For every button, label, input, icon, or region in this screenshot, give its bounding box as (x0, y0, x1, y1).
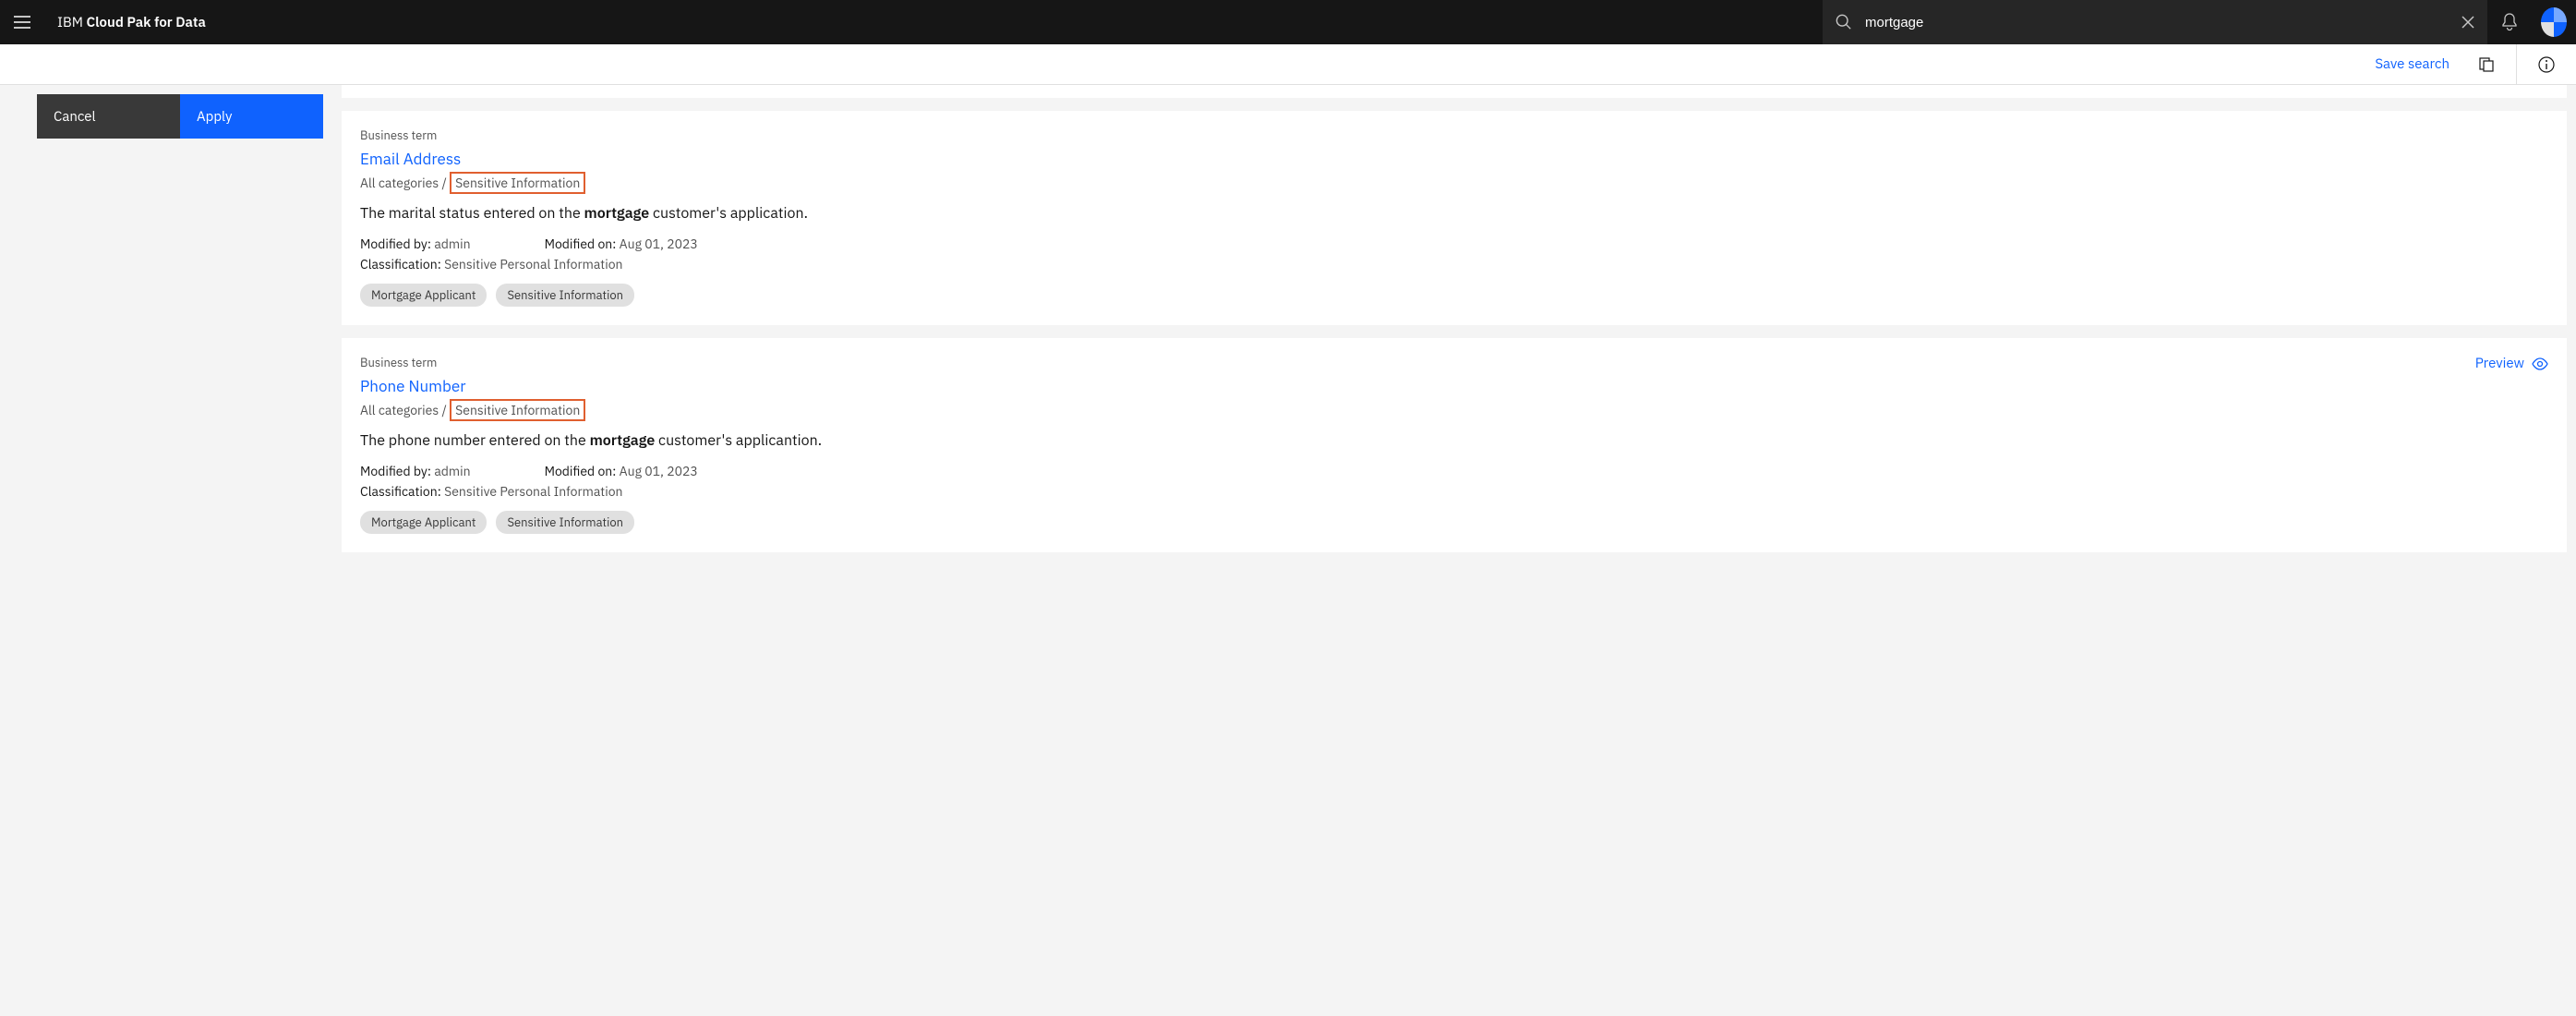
search-input[interactable] (1865, 15, 2449, 30)
cancel-button[interactable]: Cancel (37, 94, 180, 139)
eye-icon (2532, 357, 2548, 370)
result-tags: Mortgage Applicant Sensitive Information (360, 511, 2548, 534)
result-type: Business term (360, 355, 2548, 370)
result-description: The phone number entered on the mortgage… (360, 431, 2548, 450)
action-bar: Save search (0, 44, 2576, 85)
result-card: Business term Email Address All categori… (342, 111, 2567, 325)
result-description: The marital status entered on the mortga… (360, 204, 2548, 223)
clear-search-icon[interactable] (2462, 16, 2474, 29)
avatar-icon (2541, 7, 2567, 37)
breadcrumb-highlight: Sensitive Information (450, 399, 585, 421)
hamburger-icon (14, 16, 30, 29)
tag[interactable]: Sensitive Information (496, 511, 634, 534)
result-breadcrumb: All categories / Sensitive Information (360, 175, 2548, 191)
result-card: Preview Business term Phone Number All c… (342, 338, 2567, 552)
tag[interactable]: Mortgage Applicant (360, 284, 487, 307)
notifications-button[interactable] (2487, 0, 2532, 44)
bell-icon (2501, 13, 2518, 31)
save-search-link[interactable]: Save search (2367, 55, 2457, 73)
global-search[interactable] (1823, 0, 2487, 44)
search-icon (1836, 14, 1852, 30)
info-icon (2538, 56, 2555, 73)
result-type: Business term (360, 127, 2548, 143)
top-bar: IBM Cloud Pak for Data (0, 0, 2576, 44)
result-card-partial (342, 85, 2567, 98)
filter-sidebar: Cancel Apply (0, 85, 342, 565)
search-results: Business term Email Address All categori… (342, 85, 2576, 565)
brand-title: IBM Cloud Pak for Data (44, 14, 219, 31)
copy-results-button[interactable] (2468, 46, 2505, 83)
copy-icon (2478, 56, 2495, 73)
preview-button[interactable]: Preview (2475, 355, 2548, 372)
avatar-button[interactable] (2532, 0, 2576, 44)
result-tags: Mortgage Applicant Sensitive Information (360, 284, 2548, 307)
breadcrumb-highlight: Sensitive Information (450, 172, 585, 194)
apply-button[interactable]: Apply (180, 94, 323, 139)
tag[interactable]: Sensitive Information (496, 284, 634, 307)
result-title-link[interactable]: Phone Number (360, 376, 2548, 396)
tag[interactable]: Mortgage Applicant (360, 511, 487, 534)
info-button[interactable] (2528, 46, 2565, 83)
hamburger-menu-button[interactable] (0, 0, 44, 44)
result-breadcrumb: All categories / Sensitive Information (360, 402, 2548, 418)
result-title-link[interactable]: Email Address (360, 149, 2548, 169)
